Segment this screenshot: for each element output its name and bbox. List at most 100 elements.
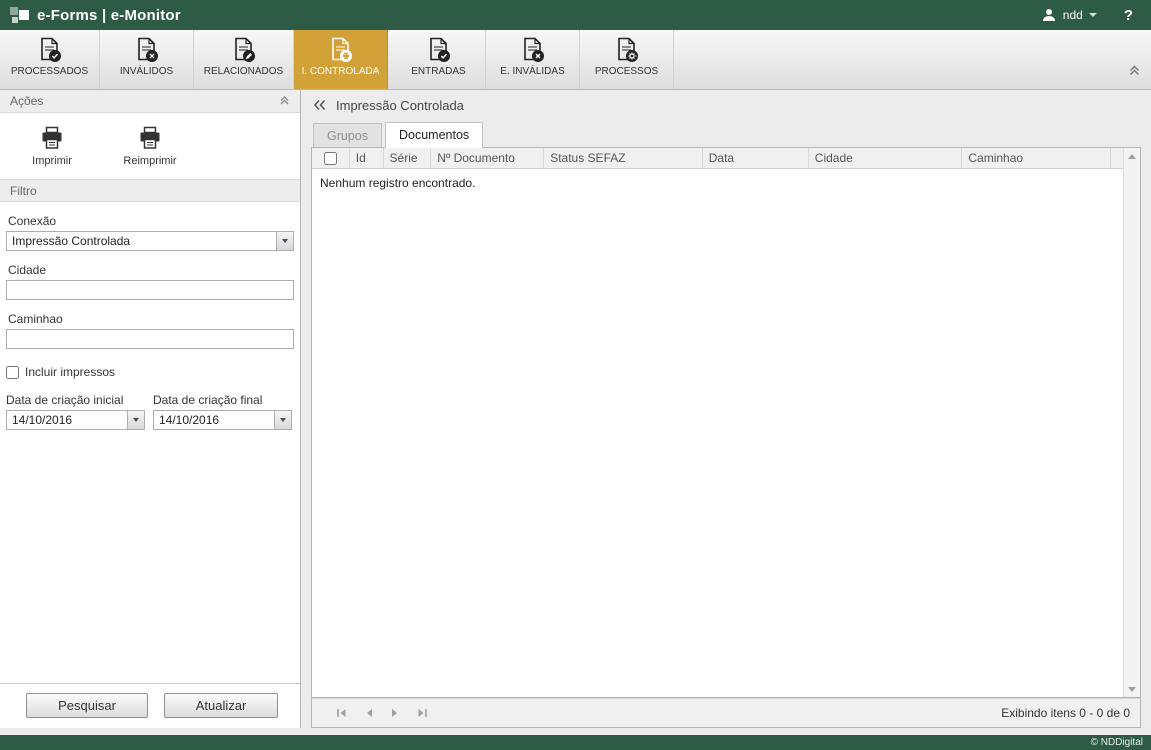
data-final-label: Data de criação final <box>153 393 292 407</box>
next-page-button[interactable] <box>391 708 399 718</box>
imprimir-button[interactable]: Imprimir <box>16 126 88 167</box>
help-button[interactable]: ? <box>1110 7 1141 24</box>
user-icon <box>1041 7 1057 23</box>
column-header-filler <box>1111 148 1123 168</box>
data-inicial-label: Data de criação inicial <box>6 393 145 407</box>
document-x-icon <box>135 37 159 63</box>
copyright-text: © NDDigital <box>1091 737 1143 748</box>
caminhao-label: Caminhao <box>8 312 292 326</box>
pagination-status: Exibindo itens 0 - 0 de 0 <box>1001 706 1130 720</box>
titlebar: e-Forms | e-Monitor ndd ? <box>0 0 1151 30</box>
tab-label: Grupos <box>327 129 368 143</box>
tab-label: Documentos <box>399 128 469 142</box>
actions-row: Imprimir Reimprimir <box>0 113 300 179</box>
dropdown-arrow-icon[interactable] <box>274 411 291 429</box>
breadcrumb: Impressão Controlada <box>311 90 1141 120</box>
empty-message: Nenhum registro encontrado. <box>320 176 475 190</box>
pesquisar-button[interactable]: Pesquisar <box>26 693 148 718</box>
toolbar-collapse-icon[interactable] <box>1128 63 1141 81</box>
document-check-icon <box>427 37 451 63</box>
incluir-impressos-checkbox[interactable] <box>6 366 19 379</box>
sidebar-buttons: Pesquisar Atualizar <box>0 683 300 728</box>
app-title: e-Forms | e-Monitor <box>37 7 181 24</box>
reimprimir-button[interactable]: Reimprimir <box>114 126 186 167</box>
cidade-label: Cidade <box>8 263 292 277</box>
toolbar-tab-invalidos[interactable]: INVÁLIDOS <box>100 30 194 89</box>
conexao-select[interactable]: Impressão Controlada <box>6 231 294 251</box>
document-gear-icon <box>615 37 639 63</box>
page-title: Impressão Controlada <box>336 98 464 113</box>
actions-section-header: Ações <box>0 90 300 113</box>
pager <box>322 708 428 718</box>
column-header-caminhao[interactable]: Caminhao <box>962 148 1111 168</box>
filter-title: Filtro <box>10 184 37 198</box>
toolbar-tab-processos[interactable]: PROCESSOS <box>580 30 674 89</box>
toolbar-tab-label: I. CONTROLADA <box>302 66 380 77</box>
filter-section-header: Filtro <box>0 179 300 202</box>
printer-icon <box>137 126 163 150</box>
toolbar-tab-i-controlada[interactable]: I. CONTROLADA <box>294 30 388 89</box>
data-final-select[interactable]: 14/10/2016 <box>153 410 292 430</box>
prev-page-button[interactable] <box>365 708 373 718</box>
conexao-value: Impressão Controlada <box>7 234 276 248</box>
caminhao-input[interactable] <box>6 329 294 349</box>
user-name: ndd <box>1063 8 1083 22</box>
column-header-id[interactable]: Id <box>350 148 384 168</box>
data-final-value: 14/10/2016 <box>154 413 274 427</box>
document-edit-icon <box>232 37 256 63</box>
column-header-data[interactable]: Data <box>703 148 809 168</box>
incluir-impressos-label: Incluir impressos <box>25 365 115 379</box>
data-inicial-value: 14/10/2016 <box>7 413 127 427</box>
main-panel: Impressão Controlada Grupos Documentos I… <box>301 90 1151 728</box>
app-logo-icon <box>10 6 29 25</box>
toolbar-tab-label: ENTRADAS <box>411 66 465 77</box>
column-header-serie[interactable]: Série <box>384 148 432 168</box>
last-page-button[interactable] <box>417 708 428 718</box>
dropdown-arrow-icon[interactable] <box>127 411 144 429</box>
filter-form: Conexão Impressão Controlada Cidade Cami… <box>0 202 300 683</box>
scroll-up-icon[interactable] <box>1124 148 1140 164</box>
toolbar: PROCESSADOS INVÁLIDOS RELACIONADOS <box>0 30 1151 90</box>
toolbar-tab-label: INVÁLIDOS <box>120 66 173 77</box>
sidebar: Ações Imprimir <box>0 90 301 728</box>
table-header: Id Série Nº Documento Status SEFAZ Data … <box>312 148 1123 169</box>
select-all-checkbox[interactable] <box>324 152 337 165</box>
toolbar-tab-label: E. INVÁLIDAS <box>500 66 564 77</box>
document-x-icon <box>521 37 545 63</box>
data-inicial-select[interactable]: 14/10/2016 <box>6 410 145 430</box>
dropdown-arrow-icon[interactable] <box>276 232 293 250</box>
toolbar-tab-e-invalidas[interactable]: E. INVÁLIDAS <box>486 30 580 89</box>
grid-footer: Exibindo itens 0 - 0 de 0 <box>311 698 1141 728</box>
imprimir-label: Imprimir <box>32 155 72 167</box>
actions-collapse-icon[interactable] <box>279 94 290 108</box>
first-page-button[interactable] <box>336 708 347 718</box>
toolbar-tab-label: PROCESSOS <box>595 66 658 77</box>
toolbar-tab-entradas[interactable]: ENTRADAS <box>392 30 486 89</box>
printer-icon <box>39 126 65 150</box>
toolbar-tab-label: PROCESSADOS <box>11 66 88 77</box>
scroll-down-icon[interactable] <box>1124 681 1140 697</box>
user-menu[interactable]: ndd <box>1037 5 1101 25</box>
column-header-n-documento[interactable]: Nº Documento <box>431 148 544 168</box>
cidade-input[interactable] <box>6 280 294 300</box>
vertical-scrollbar[interactable] <box>1123 148 1140 697</box>
document-check-icon <box>38 37 62 63</box>
statusbar: © NDDigital <box>0 735 1151 750</box>
atualizar-button[interactable]: Atualizar <box>164 693 278 718</box>
select-all-cell <box>312 148 350 168</box>
tab-documentos[interactable]: Documentos <box>385 122 483 148</box>
collapse-sidebar-icon[interactable] <box>313 99 326 111</box>
column-header-cidade[interactable]: Cidade <box>809 148 963 168</box>
reimprimir-label: Reimprimir <box>123 155 176 167</box>
tabs: Grupos Documentos <box>311 120 1141 147</box>
content-area: Ações Imprimir <box>0 90 1151 735</box>
chevron-down-icon <box>1089 13 1097 17</box>
toolbar-tab-label: RELACIONADOS <box>204 66 283 77</box>
column-header-status-sefaz[interactable]: Status SEFAZ <box>544 148 703 168</box>
documents-grid-panel: Id Série Nº Documento Status SEFAZ Data … <box>311 147 1141 698</box>
table-body: Nenhum registro encontrado. <box>312 169 1123 697</box>
toolbar-tab-processados[interactable]: PROCESSADOS <box>0 30 100 89</box>
toolbar-tab-relacionados[interactable]: RELACIONADOS <box>194 30 294 89</box>
actions-title: Ações <box>10 94 43 108</box>
tab-grupos[interactable]: Grupos <box>313 123 382 147</box>
